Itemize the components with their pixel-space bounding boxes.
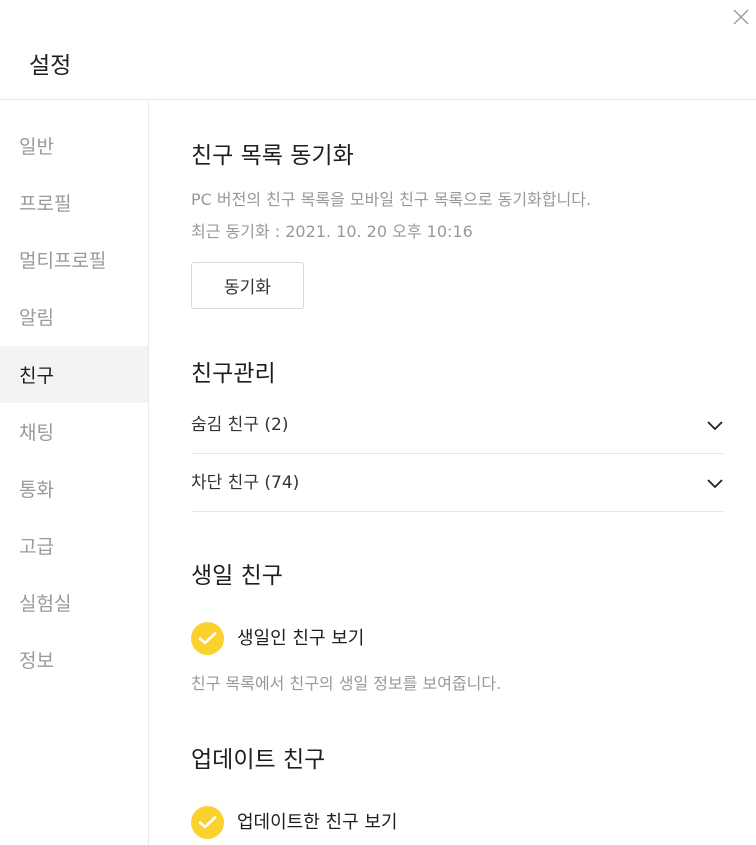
manage-section-title: 친구관리	[191, 361, 276, 387]
chevron-down-icon	[707, 421, 723, 431]
sidebar-item-chats[interactable]: 채팅	[0, 403, 148, 460]
hidden-friends-label: 숨김 친구 (2)	[191, 415, 289, 435]
sidebar: 일반 프로필 멀티프로필 알림 친구 채팅 통화 고급 실험실 정보	[0, 100, 149, 845]
header: 설정	[0, 0, 756, 100]
sidebar-item-calls[interactable]: 통화	[0, 460, 148, 517]
chevron-down-icon	[707, 479, 723, 489]
sidebar-item-lab[interactable]: 실험실	[0, 574, 148, 631]
sidebar-item-friends[interactable]: 친구	[0, 346, 148, 403]
sidebar-item-info[interactable]: 정보	[0, 631, 148, 688]
sync-button[interactable]: 동기화	[191, 262, 304, 309]
birthday-section-title: 생일 친구	[191, 563, 283, 589]
sidebar-item-multiprofile[interactable]: 멀티프로필	[0, 231, 148, 288]
birthday-description: 친구 목록에서 친구의 생일 정보를 보여줍니다.	[191, 674, 502, 693]
check-icon	[191, 622, 224, 655]
sidebar-item-advanced[interactable]: 고급	[0, 517, 148, 574]
updated-section-title: 업데이트 친구	[191, 747, 326, 773]
last-sync-text: 최근 동기화 : 2021. 10. 20 오후 10:16	[191, 222, 473, 241]
hidden-friends-row[interactable]: 숨김 친구 (2)	[191, 396, 724, 454]
check-icon	[191, 806, 224, 839]
page-title: 설정	[29, 53, 72, 79]
sync-description: PC 버전의 친구 목록을 모바일 친구 목록으로 동기화합니다.	[191, 190, 592, 209]
sidebar-item-notifications[interactable]: 알림	[0, 288, 148, 345]
settings-window: 설정 일반 프로필 멀티프로필 알림 친구 채팅 통화 고급 실험실 정보 친구…	[0, 0, 756, 845]
updated-checkbox-label: 업데이트한 친구 보기	[237, 812, 398, 833]
blocked-friends-row[interactable]: 차단 친구 (74)	[191, 454, 724, 512]
sidebar-item-profile[interactable]: 프로필	[0, 174, 148, 231]
birthday-checkbox-label: 생일인 친구 보기	[237, 628, 365, 649]
sidebar-item-general[interactable]: 일반	[0, 117, 148, 174]
sync-section-title: 친구 목록 동기화	[191, 143, 354, 169]
settings-content: 친구 목록 동기화 PC 버전의 친구 목록을 모바일 친구 목록으로 동기화합…	[149, 100, 756, 845]
blocked-friends-label: 차단 친구 (74)	[191, 473, 300, 493]
